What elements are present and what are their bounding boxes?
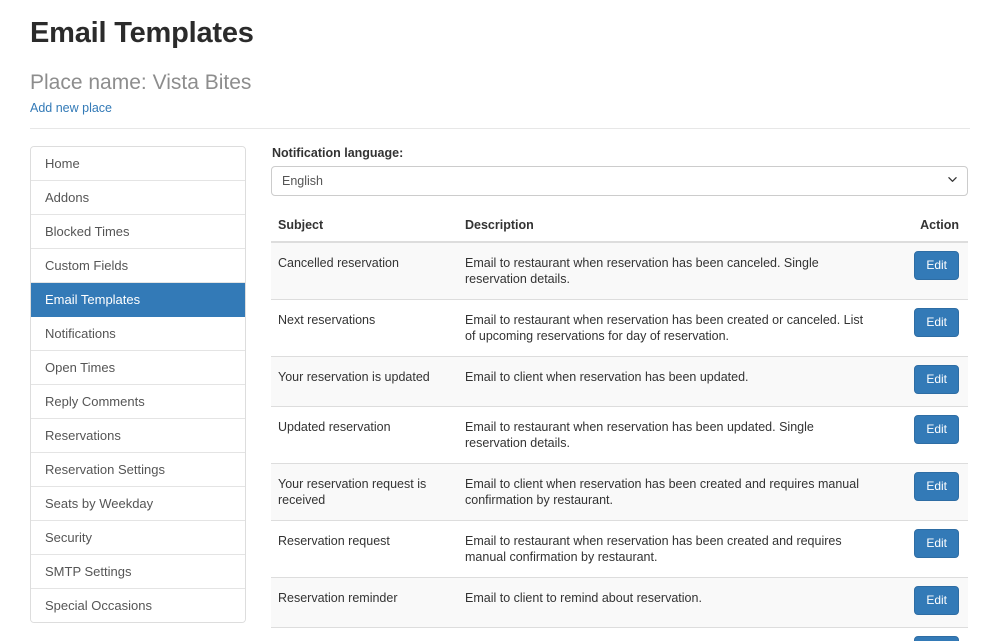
sidebar-item-label: Open Times bbox=[45, 359, 116, 375]
edit-button[interactable]: Edit bbox=[914, 528, 959, 558]
place-name-subtitle: Place name: Vista Bites bbox=[30, 70, 252, 94]
cell-description: Email to restaurant when reservation has… bbox=[456, 519, 882, 578]
column-header-subject: Subject bbox=[271, 217, 456, 243]
sidebar-item-home[interactable]: Home bbox=[31, 146, 245, 181]
sidebar-item-label: Special Occasions bbox=[45, 597, 152, 613]
edit-button[interactable]: Edit bbox=[914, 414, 959, 444]
cell-action: Edit bbox=[882, 626, 968, 641]
cell-description: Email to client to remind about reservat… bbox=[456, 576, 882, 628]
cell-description: Email to client when reservation has bee… bbox=[456, 462, 882, 521]
cell-action: Edit bbox=[882, 462, 968, 521]
table-row: Next reservations Email to restaurant whe… bbox=[271, 298, 968, 357]
page-title: Email Templates bbox=[30, 17, 254, 49]
sidebar-item-special-occasions[interactable]: Special Occasions bbox=[31, 588, 245, 622]
column-header-action: Action bbox=[882, 217, 968, 243]
sidebar-item-notifications[interactable]: Notifications bbox=[31, 316, 245, 351]
edit-button[interactable]: Edit bbox=[914, 364, 959, 394]
notification-language-select[interactable]: English bbox=[271, 165, 968, 196]
cell-description: Email to client when reservation has bee… bbox=[456, 355, 882, 407]
table-row: Thank you for your visitEmail to client … bbox=[271, 626, 968, 641]
cell-description: Email to restaurant when reservation has… bbox=[456, 298, 882, 357]
sidebar-item-label: Reservations bbox=[45, 427, 121, 443]
cell-subject: Your reservation is updated bbox=[271, 355, 456, 407]
sidebar-item-label: Seats by Weekday bbox=[45, 495, 154, 511]
sidebar-item-security[interactable]: Security bbox=[31, 520, 245, 555]
email-templates-page: Email Templates Place name: Vista Bites … bbox=[0, 0, 1000, 641]
sidebar-item-seats-by-weekday[interactable]: Seats by Weekday bbox=[31, 486, 245, 521]
table-body: Cancelled reservation Email to restaurant… bbox=[271, 241, 968, 641]
table-row: Reservation request Email to restaurant w… bbox=[271, 519, 968, 578]
column-header-description: Description bbox=[456, 217, 882, 243]
edit-button[interactable]: Edit bbox=[914, 471, 959, 501]
cell-subject: Your reservation request is received bbox=[271, 462, 456, 521]
sidebar-item-label: Custom Fields bbox=[45, 257, 129, 273]
sidebar-item-reply-comments[interactable]: Reply Comments bbox=[31, 384, 245, 419]
main-panel: Notification language: English Subject D… bbox=[271, 146, 968, 641]
cell-subject: Thank you for your visit bbox=[271, 626, 456, 641]
page-header: Email Templates Place name: Vista Bites … bbox=[0, 0, 1000, 129]
cell-action: Edit bbox=[882, 355, 968, 407]
cell-action: Edit bbox=[882, 576, 968, 628]
table-row: Updated reservation Email to restaurant w… bbox=[271, 405, 968, 464]
edit-button[interactable]: Edit bbox=[914, 585, 959, 615]
cell-action: Edit bbox=[882, 298, 968, 357]
cell-description: Email to restaurant when reservation has… bbox=[456, 405, 882, 464]
cell-subject: Reservation request bbox=[271, 519, 456, 578]
cell-subject: Next reservations bbox=[271, 298, 456, 357]
table-row: Cancelled reservation Email to restaurant… bbox=[271, 241, 968, 300]
sidebar-item-label: Email Templates bbox=[45, 291, 141, 307]
sidebar-item-email-templates[interactable]: Email Templates bbox=[31, 282, 245, 317]
edit-button[interactable]: Edit bbox=[914, 250, 959, 280]
sidebar-item-blocked-times[interactable]: Blocked Times bbox=[31, 214, 245, 249]
cell-description: Email to restaurant when reservation has… bbox=[465, 255, 819, 286]
sidebar-item-label: Addons bbox=[45, 189, 90, 205]
cell-action: Edit bbox=[882, 405, 968, 464]
table-header-row: Subject Description Action bbox=[271, 217, 968, 243]
sidebar-item-label: Home bbox=[45, 155, 80, 171]
cell-subject: Updated reservation bbox=[271, 405, 456, 464]
sidebar-item-custom-fields[interactable]: Custom Fields bbox=[31, 248, 245, 283]
sidebar-item-label: Blocked Times bbox=[45, 223, 130, 239]
sidebar-item-addons[interactable]: Addons bbox=[31, 180, 245, 215]
sidebar-item-label: Notifications bbox=[45, 325, 116, 341]
sidebar-item-label: Reservation Settings bbox=[45, 461, 165, 477]
cell-subject: Cancelled reservation bbox=[278, 255, 399, 270]
page-content: Home Addons Blocked Times Custom Fields Emai… bbox=[0, 129, 1000, 641]
sidebar-item-reservations[interactable]: Reservations bbox=[31, 418, 245, 453]
table-row: Your reservation is updated Email to clie… bbox=[271, 355, 968, 407]
notification-language-label: Notification language: bbox=[272, 145, 404, 160]
edit-button[interactable]: Edit bbox=[914, 635, 959, 641]
sidebar-item-label: Reply Comments bbox=[45, 393, 145, 409]
sidebar-item-reservation-settings[interactable]: Reservation Settings bbox=[31, 452, 245, 487]
sidebar-item-open-times[interactable]: Open Times bbox=[31, 350, 245, 385]
email-templates-table: Subject Description Action Cancelled res… bbox=[271, 217, 968, 641]
sidebar-item-label: SMTP Settings bbox=[45, 563, 132, 579]
edit-button[interactable]: Edit bbox=[914, 307, 959, 337]
table-header: Subject Description Action bbox=[271, 217, 968, 243]
cell-subject: Reservation reminder bbox=[271, 576, 456, 628]
cell-description: Email to client after his visit. bbox=[456, 626, 882, 641]
sidebar-item-smtp-settings[interactable]: SMTP Settings bbox=[31, 554, 245, 589]
notification-language-select-wrapper: English bbox=[271, 165, 968, 196]
settings-sidebar: Home Addons Blocked Times Custom Fields Emai… bbox=[30, 145, 246, 623]
sidebar-item-label: Security bbox=[45, 529, 92, 545]
add-new-place-link[interactable]: Add new place bbox=[30, 100, 112, 118]
table-row: Reservation reminder Email to client to r… bbox=[271, 576, 968, 628]
cell-action: Edit bbox=[882, 519, 968, 578]
cell-action: Edit bbox=[882, 242, 968, 300]
table-row: Your reservation request is received Emai… bbox=[271, 462, 968, 521]
